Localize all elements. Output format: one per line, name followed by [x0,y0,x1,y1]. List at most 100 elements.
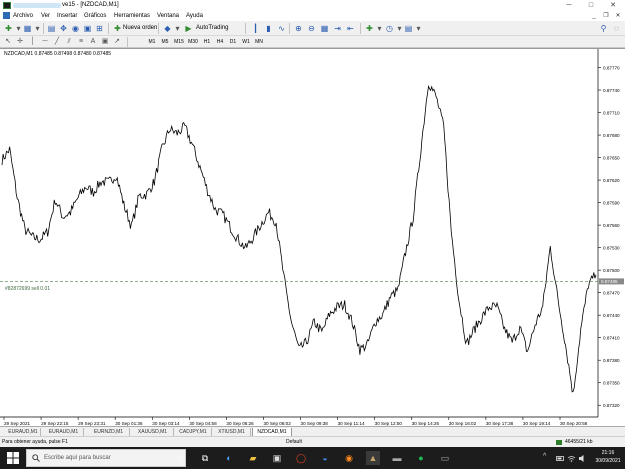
tf-h1[interactable]: H1 [201,38,213,46]
market-watch-icon[interactable]: ▤ [46,23,57,34]
order-label[interactable]: #82872699 sell 0.01 [5,286,50,292]
dropdown-arrow-icon[interactable]: ▾ [413,23,424,34]
store-icon[interactable]: ▣ [270,451,284,465]
y-tick-label: 0.87530 [603,246,620,251]
tf-mn[interactable]: MN [253,38,265,46]
chart-header: NZDCAD,M1 0.87485 0.87498 0.87480 0.8748… [4,51,111,57]
volume-icon[interactable] [578,454,587,463]
navigator-icon[interactable]: ◉ [70,23,81,34]
zoom-out-icon[interactable]: ⊖ [306,23,317,34]
equidistant-channel-icon[interactable]: ⫽ [64,37,74,47]
y-tick-label: 0.87410 [603,336,620,341]
trendline-icon[interactable]: ╱ [52,37,62,47]
windows-start-icon[interactable] [7,452,19,464]
y-tick-label: 0.87740 [603,88,620,93]
price-chart[interactable]: NZDCAD,M1 0.87485 0.87498 0.87480 0.8748… [0,49,625,427]
windows-taskbar: Escribe aquí para buscar ○ ⧉ ◐ ▰ ▣ ◯ ◒ ◉… [0,447,625,469]
arrow-icon[interactable]: ↗ [112,37,122,47]
dropdown-arrow-icon[interactable]: ▾ [32,23,43,34]
menu-ventana[interactable]: Ventana [157,12,179,20]
new-order-icon[interactable]: ✚ [112,23,123,34]
chart-window[interactable]: NZDCAD,M1 0.87485 0.87498 0.87480 0.8748… [0,48,625,426]
status-help: Para obtener ayuda, pulse F1 [2,439,68,445]
task-view-icon[interactable]: ⧉ [198,451,212,465]
y-tick-label: 0.87380 [603,358,620,363]
tf-d1[interactable]: D1 [227,38,239,46]
line-chart-icon[interactable]: ∿ [276,23,287,34]
menu-graficos[interactable]: Gráficos [84,12,106,20]
chart-tabs: EURAUD,M1 EURAUD,M1 EURNZD,M1 XAUUSD,M1 … [0,426,625,437]
cursor-icon[interactable]: ↖ [3,37,13,47]
connection-icon [556,440,562,445]
menu-archivo[interactable]: Archivo [13,12,33,20]
status-traffic: 46455/21 kb [565,439,593,445]
y-tick-label: 0.87770 [603,66,620,71]
menu-ayuda[interactable]: Ayuda [186,12,203,20]
chart-restore-button[interactable]: ❐ [601,11,611,21]
tf-m5[interactable]: M5 [159,38,171,46]
chat-icon[interactable]: ◌ [611,23,622,34]
text-icon[interactable]: A [88,37,98,47]
y-tick-label: 0.87620 [603,178,620,183]
app-icon-3[interactable]: ▭ [438,451,452,465]
y-tick-label: 0.87590 [603,201,620,206]
chart-close-button[interactable]: ✕ [613,11,623,21]
close-button[interactable]: ✕ [602,0,624,11]
firefox-icon[interactable]: ◉ [342,451,356,465]
tile-windows-icon[interactable]: ▦ [319,23,330,34]
tf-h4[interactable]: H4 [214,38,226,46]
metatrader-icon[interactable]: ▲ [366,451,380,465]
search-icon[interactable]: ⚲ [598,23,609,34]
clock[interactable]: 21:16 30/09/2021 [593,449,623,465]
text-label-icon[interactable]: ▣ [100,37,110,47]
y-tick-label: 0.87710 [603,111,620,116]
title-redacted [13,3,61,8]
tf-m15[interactable]: M15 [173,38,185,46]
chart-shift-icon[interactable]: ⇤ [345,23,356,34]
battery-icon[interactable] [556,454,565,463]
tf-w1[interactable]: W1 [240,38,252,46]
auto-scroll-icon[interactable]: ⇥ [332,23,343,34]
wifi-icon[interactable] [567,454,576,463]
edge-browser-icon[interactable]: ◒ [318,451,332,465]
horizontal-line-icon[interactable]: ─ [40,37,50,47]
dropdown-arrow-icon[interactable]: ▾ [172,23,183,34]
cortana-icon[interactable]: ○ [174,451,188,465]
clock-date: 30/09/2021 [595,458,621,464]
fibonacci-icon[interactable]: ≡ [76,37,86,47]
opera-icon[interactable]: ◯ [294,451,308,465]
tray-chevron-icon[interactable]: ^ [543,453,546,460]
menu-ver[interactable]: Ver [41,12,50,20]
file-explorer-icon[interactable]: ▰ [246,451,260,465]
app-icon-2[interactable]: ▬ [390,451,404,465]
y-tick-label: 0.87350 [603,381,620,386]
zoom-in-icon[interactable]: ⊕ [293,23,304,34]
search-icon [32,454,40,462]
current-price-label: 0.87485 [601,279,618,284]
bar-chart-icon[interactable]: ┃ [250,23,261,34]
strategy-tester-icon[interactable]: ⊞ [94,23,105,34]
chart-minimize-button[interactable]: _ [589,11,599,21]
data-window-icon[interactable]: ✥ [58,23,69,34]
taskbar-search[interactable]: Escribe aquí para buscar [26,449,186,467]
menu-insertar[interactable]: Insertar [57,12,77,20]
vertical-line-icon[interactable]: │ [28,37,38,47]
chart-doc-icon [3,12,10,19]
status-bar: Para obtener ayuda, pulse F1 Default 464… [0,436,625,447]
menu-herramientas[interactable]: Herramientas [114,12,150,20]
y-tick-label: 0.87320 [603,403,620,408]
tf-m30[interactable]: M30 [187,38,199,46]
new-order-button[interactable]: Nueva orden [123,24,157,33]
minimize-button[interactable]: ─ [558,0,580,11]
crosshair-icon[interactable]: ✛ [15,37,25,47]
candlestick-icon[interactable]: ▮ [263,23,274,34]
tf-m1[interactable]: M1 [146,38,158,46]
autotrading-button[interactable]: AutoTrading [196,24,228,33]
menu-bar: Archivo Ver Insertar Gráficos Herramient… [0,11,625,21]
autotrading-icon[interactable]: ▶ [183,23,194,34]
maximize-button[interactable]: □ [580,0,602,11]
spotify-icon[interactable]: ● [414,451,428,465]
terminal-icon[interactable]: ▣ [82,23,93,34]
y-tick-label: 0.87470 [603,291,620,296]
edge-icon[interactable]: ◐ [222,451,236,465]
